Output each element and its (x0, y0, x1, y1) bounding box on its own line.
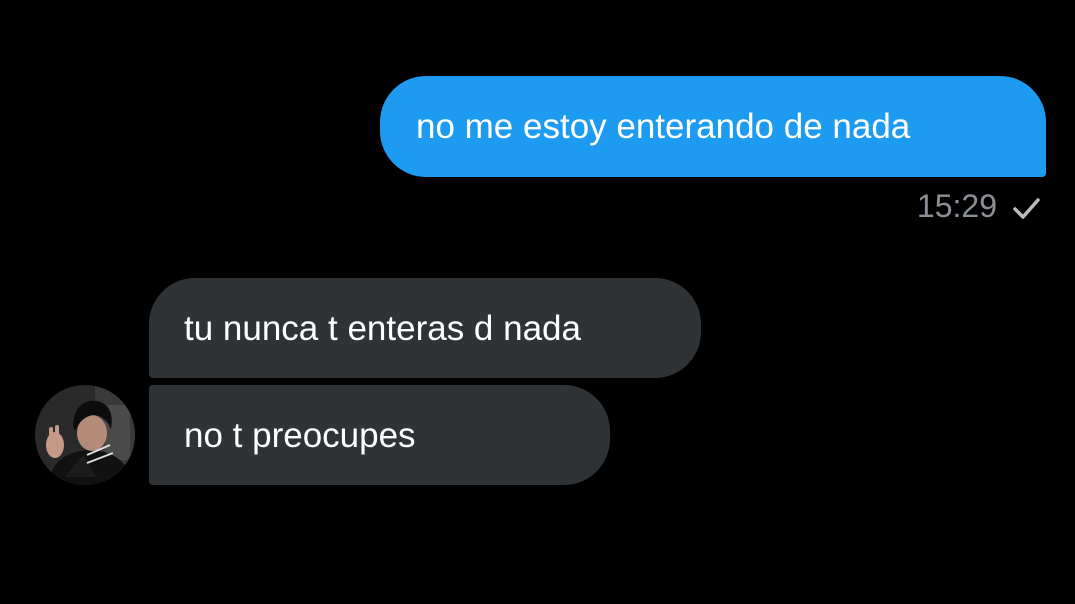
avatar-photo-icon (35, 385, 135, 485)
chat-thread: no me estoy enterando de nada 15:29 tu n… (0, 0, 1075, 604)
sent-message-text: no me estoy enterando de nada (416, 107, 911, 146)
sent-message-bubble[interactable]: no me estoy enterando de nada (380, 76, 1046, 177)
received-message-bubble[interactable]: tu nunca t enteras d nada (149, 278, 701, 378)
received-message-text: no t preocupes (184, 415, 416, 455)
received-message-bubble[interactable]: no t preocupes (149, 385, 610, 485)
avatar[interactable] (35, 385, 135, 485)
check-icon (1011, 196, 1041, 222)
received-message-text: tu nunca t enteras d nada (184, 308, 581, 348)
message-meta: 15:29 (917, 186, 1041, 226)
message-timestamp: 15:29 (916, 188, 997, 224)
